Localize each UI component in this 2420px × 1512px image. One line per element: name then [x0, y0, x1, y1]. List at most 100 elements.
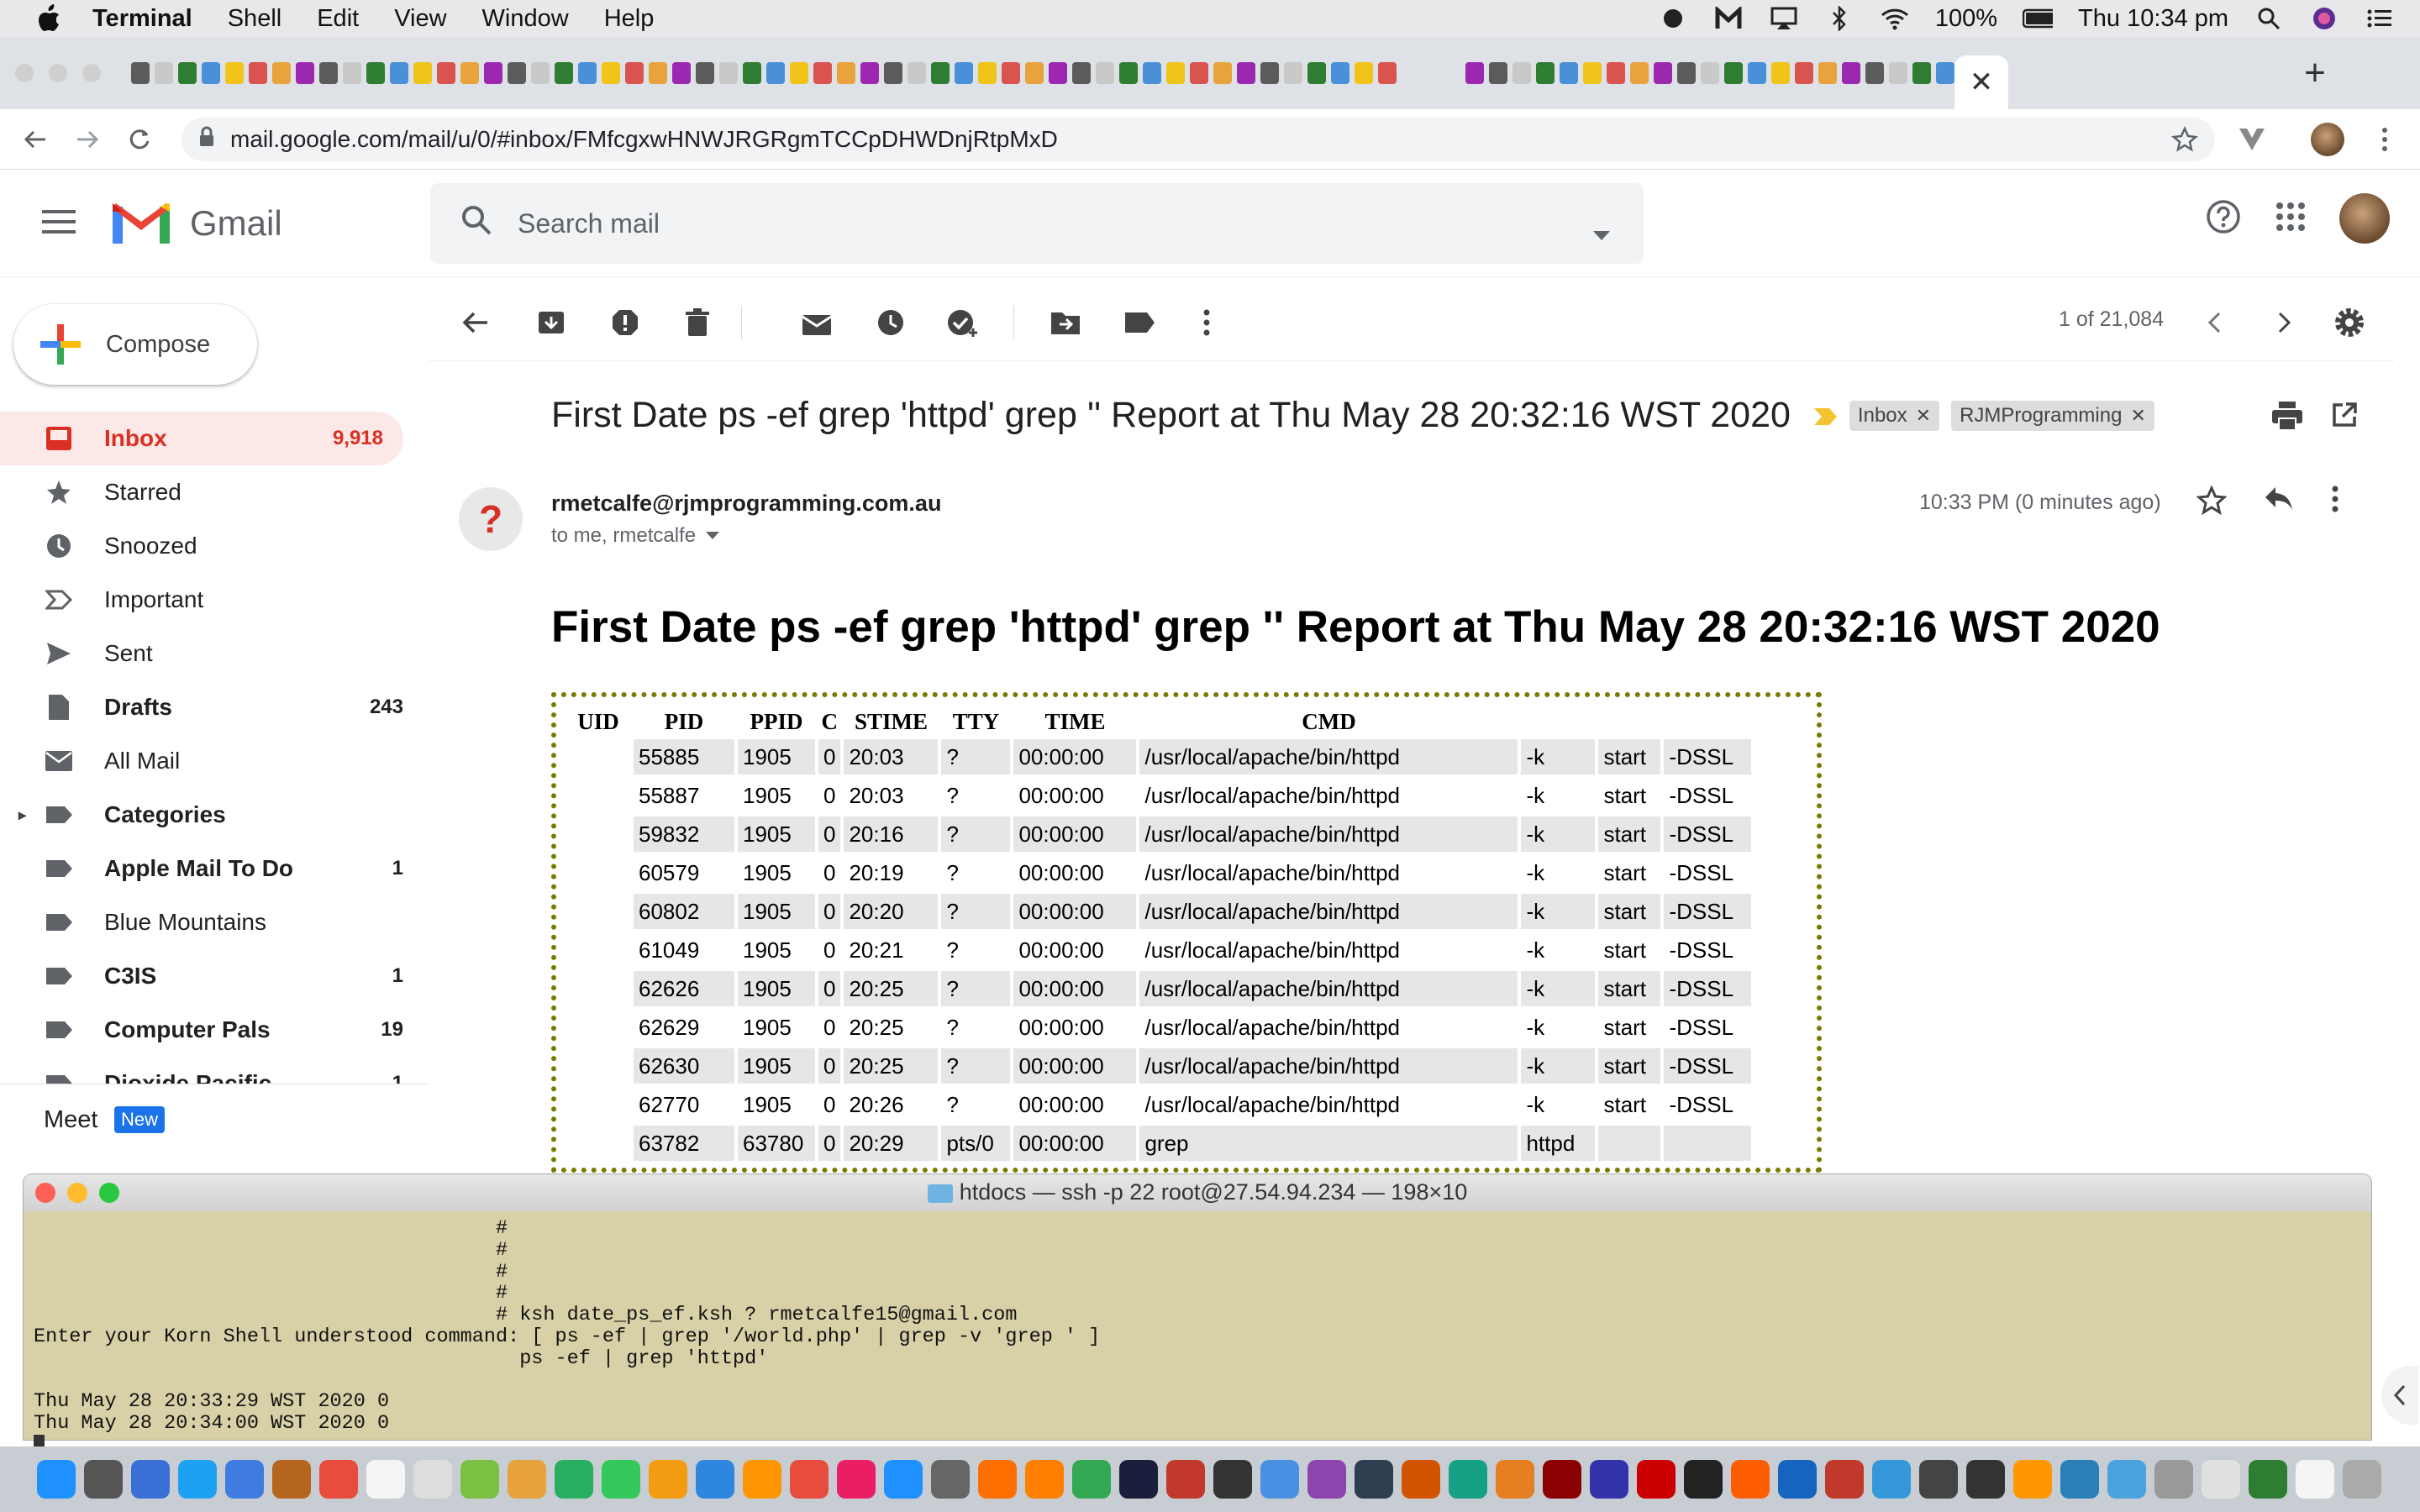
dock-app-icon[interactable]: [1402, 1460, 1440, 1499]
menu-shell[interactable]: Shell: [228, 5, 282, 33]
menubar-clock[interactable]: Thu 10:34 pm: [2078, 5, 2228, 33]
tab-favicon[interactable]: [790, 62, 808, 84]
dock-app-icon[interactable]: [1260, 1460, 1299, 1499]
report-spam-icon[interactable]: [607, 304, 644, 341]
tab-favicon[interactable]: [908, 62, 926, 84]
dock-app-icon[interactable]: [555, 1460, 593, 1499]
open-new-window-icon[interactable]: [2331, 402, 2358, 433]
dock-app-icon[interactable]: [84, 1460, 123, 1499]
status-extension-icon[interactable]: [1658, 5, 1688, 32]
search-icon[interactable]: [460, 204, 492, 243]
dock-app-icon[interactable]: [2107, 1460, 2146, 1499]
window-close-dot[interactable]: [15, 64, 34, 82]
profile-avatar[interactable]: [2311, 123, 2344, 156]
remove-label-icon[interactable]: ✕: [1916, 405, 1931, 427]
tab-favicon[interactable]: [1213, 62, 1232, 84]
siri-icon[interactable]: [2309, 5, 2339, 32]
dock-app-icon[interactable]: [1637, 1460, 1676, 1499]
tab-favicon[interactable]: [1865, 62, 1884, 84]
sidebar-item-starred[interactable]: Starred: [0, 465, 429, 519]
search-placeholder[interactable]: Search mail: [518, 208, 660, 239]
label-chip-inbox[interactable]: Inbox ✕: [1849, 400, 1940, 431]
tab-favicon[interactable]: [860, 62, 879, 84]
move-to-icon[interactable]: [1047, 304, 1084, 341]
tab-favicon[interactable]: [1607, 62, 1625, 84]
tab-favicon[interactable]: [1331, 62, 1349, 84]
tab-favicon[interactable]: [1096, 62, 1114, 84]
menu-help[interactable]: Help: [604, 5, 655, 33]
tab-favicon[interactable]: [155, 62, 173, 84]
tab-favicon[interactable]: [1025, 62, 1044, 84]
back-icon[interactable]: [18, 123, 52, 156]
search-options-icon[interactable]: [1593, 217, 1610, 248]
battery-icon[interactable]: [2023, 5, 2054, 32]
dock-app-icon[interactable]: [1543, 1460, 1581, 1499]
close-icon[interactable]: ✕: [1970, 66, 1994, 99]
notification-center-icon[interactable]: [2365, 5, 2395, 32]
compose-label[interactable]: Compose: [106, 331, 210, 359]
tab-favicon[interactable]: [1889, 62, 1907, 84]
dock-app-icon[interactable]: [1166, 1460, 1205, 1499]
dock-app-icon[interactable]: [2013, 1460, 2052, 1499]
tab-favicon[interactable]: [813, 62, 832, 84]
tab-favicon[interactable]: [1465, 62, 1484, 84]
tab-favicon[interactable]: [343, 62, 361, 84]
url-text[interactable]: mail.google.com/mail/u/0/#inbox/FMfcgxwH…: [230, 126, 1058, 153]
dock-app-icon[interactable]: [1872, 1460, 1911, 1499]
archive-icon[interactable]: [533, 304, 570, 341]
sidebar-item-sent[interactable]: Sent: [0, 627, 429, 680]
dock-app-icon[interactable]: [272, 1460, 311, 1499]
tab-favicon[interactable]: [131, 62, 150, 84]
dock-app-icon[interactable]: [1072, 1460, 1111, 1499]
tab-favicon[interactable]: [508, 62, 526, 84]
sidebar-item-blue-mountains[interactable]: Blue Mountains: [0, 895, 429, 949]
tab-favicon[interactable]: [1771, 62, 1790, 84]
tab-favicon[interactable]: [1630, 62, 1649, 84]
dock-app-icon[interactable]: [131, 1460, 170, 1499]
tab-favicon[interactable]: [955, 62, 973, 84]
help-icon[interactable]: [2205, 198, 2242, 239]
tab-favicon[interactable]: [202, 62, 220, 84]
tab-favicon[interactable]: [460, 62, 479, 84]
dock-app-icon[interactable]: [1119, 1460, 1158, 1499]
remove-label-icon[interactable]: ✕: [2130, 405, 2145, 427]
tab-favicon[interactable]: [390, 62, 408, 84]
tab-favicon[interactable]: [484, 62, 502, 84]
dock-app-icon[interactable]: [413, 1460, 452, 1499]
reload-icon[interactable]: [123, 123, 156, 156]
dock-app-icon[interactable]: [366, 1460, 405, 1499]
tab-favicon[interactable]: [531, 62, 550, 84]
tab-favicon[interactable]: [1654, 62, 1672, 84]
tab-favicon[interactable]: [1355, 62, 1373, 84]
main-menu-icon[interactable]: [42, 208, 77, 239]
dock-app-icon[interactable]: [2154, 1460, 2193, 1499]
tab-favicon[interactable]: [225, 62, 244, 84]
delete-icon[interactable]: [679, 304, 716, 341]
extension-icon[interactable]: [2235, 123, 2269, 156]
url-bar[interactable]: mail.google.com/mail/u/0/#inbox/FMfcgxwH…: [182, 118, 2215, 161]
back-to-inbox-icon[interactable]: [457, 304, 494, 341]
tab-favicon[interactable]: [672, 62, 691, 84]
tab-favicon[interactable]: [1795, 62, 1813, 84]
account-avatar[interactable]: [2339, 193, 2390, 244]
tab-favicon[interactable]: [1560, 62, 1578, 84]
bookmark-star-icon[interactable]: [2171, 125, 2198, 159]
sidebar-item-all-mail[interactable]: All Mail: [0, 734, 429, 788]
dock-app-icon[interactable]: [1355, 1460, 1393, 1499]
tab-favicon[interactable]: [1724, 62, 1743, 84]
window-zoom-dot[interactable]: [82, 64, 101, 82]
menu-edit[interactable]: Edit: [317, 5, 359, 33]
side-panel-toggle-icon[interactable]: [2381, 1366, 2418, 1425]
dock-app-icon[interactable]: [1731, 1460, 1770, 1499]
tab-favicon[interactable]: [1072, 62, 1091, 84]
apple-icon[interactable]: [32, 2, 66, 35]
tab-favicon[interactable]: [366, 62, 385, 84]
labels-icon[interactable]: [1121, 304, 1158, 341]
menu-window[interactable]: Window: [482, 5, 569, 33]
tab-favicon[interactable]: [743, 62, 761, 84]
sidebar-item-apple-mail-to-do[interactable]: Apple Mail To Do 1: [0, 842, 429, 895]
chevron-down-icon[interactable]: [706, 532, 720, 540]
forward-icon[interactable]: [71, 123, 104, 156]
tab-favicon[interactable]: [837, 62, 855, 84]
dock-app-icon[interactable]: [2060, 1460, 2099, 1499]
